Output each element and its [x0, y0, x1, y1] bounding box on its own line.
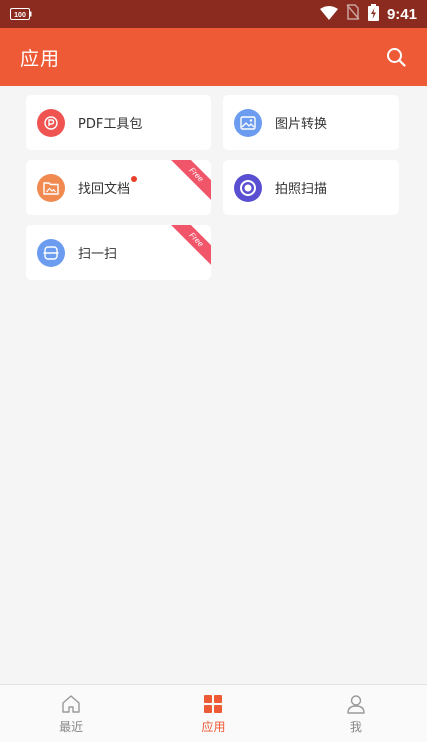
nav-label: 最近	[59, 719, 84, 734]
nav-item-recent[interactable]: 最近	[0, 685, 142, 742]
bottom-nav: 最近 应用 我	[0, 684, 427, 742]
nav-label: 我	[349, 719, 362, 734]
nav-item-apps[interactable]: 应用	[142, 685, 284, 742]
image-icon	[234, 108, 262, 137]
home-icon	[62, 694, 80, 713]
nav-label: 应用	[201, 719, 226, 734]
no-sim-icon	[346, 4, 360, 24]
charging-battery-icon	[367, 3, 379, 25]
search-button[interactable]	[383, 44, 409, 70]
app-card-label: 图片转换	[275, 117, 328, 132]
app-bar: 应用	[0, 28, 427, 86]
free-ribbon-badge: Free	[169, 225, 211, 267]
app-card-label: 拍照扫描	[275, 182, 328, 197]
app-card-label: 找回文档	[78, 176, 138, 197]
page-title: 应用	[20, 47, 61, 70]
person-icon	[347, 694, 365, 714]
app-card-image-convert[interactable]: 图片转换	[223, 95, 399, 150]
app-grid: PDF工具包 图片转换 找回文档 Free 拍照扫描 扫一扫 Free	[0, 86, 427, 684]
app-card-label: 扫一扫	[78, 247, 118, 262]
nav-item-me[interactable]: 我	[285, 685, 427, 742]
new-dot-badge	[131, 176, 138, 182]
status-bar: 100 9:41	[0, 0, 427, 28]
wifi-icon	[319, 5, 338, 24]
battery-text: 100	[14, 12, 26, 19]
camera-scan-icon	[234, 173, 262, 202]
app-card-pdf-tools[interactable]: PDF工具包	[26, 95, 211, 150]
app-card-label: PDF工具包	[78, 117, 143, 132]
app-card-recover-docs[interactable]: 找回文档 Free	[26, 160, 211, 215]
status-time: 9:41	[386, 5, 417, 23]
grid-icon	[204, 694, 223, 713]
app-card-photo-scan[interactable]: 拍照扫描	[223, 160, 399, 215]
folder-image-icon	[37, 173, 65, 202]
search-icon	[387, 48, 406, 67]
app-card-scan[interactable]: 扫一扫 Free	[26, 225, 211, 280]
pdf-icon	[37, 108, 65, 137]
battery-icon: 100	[10, 5, 32, 24]
free-ribbon-badge: Free	[169, 160, 211, 202]
scan-icon	[37, 238, 65, 267]
